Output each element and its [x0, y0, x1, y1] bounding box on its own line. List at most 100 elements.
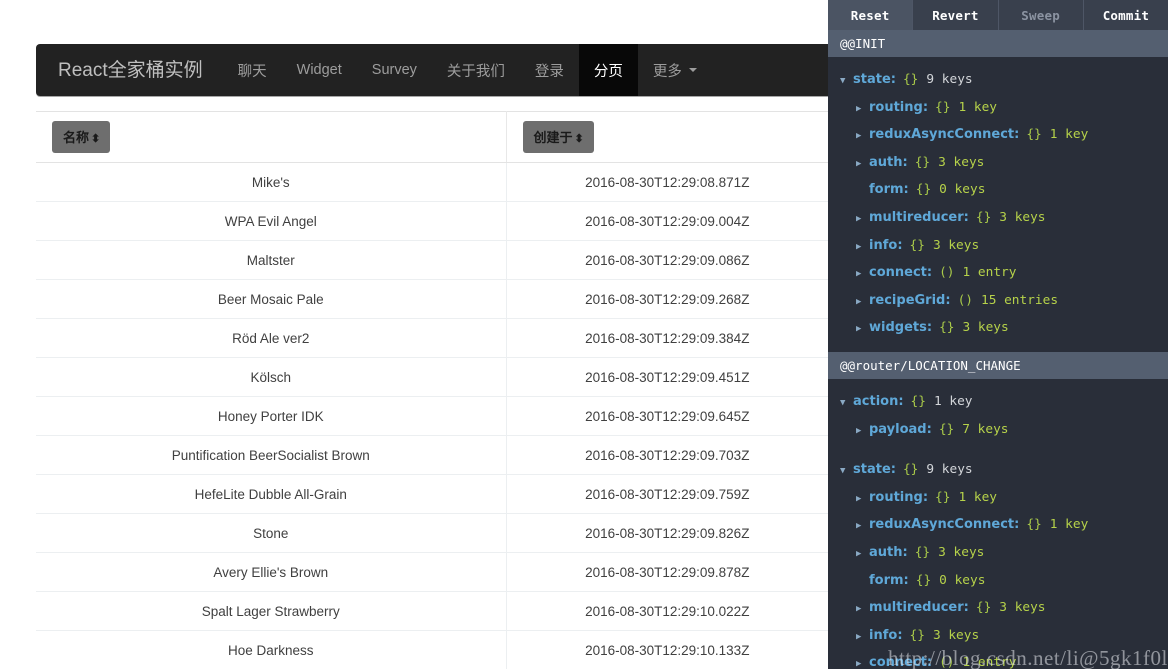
triangle-right-icon[interactable]: ▶ [856, 234, 869, 262]
tree-node[interactable]: form: {} 0 keys [828, 567, 1168, 595]
navbar-brand[interactable]: React全家桶实例 [36, 44, 223, 96]
tree-node-type: {} [914, 544, 931, 560]
tree-node[interactable]: ▼ action: {} 1 key [828, 388, 1168, 416]
tree-node-type: {} [935, 99, 951, 115]
tree-node-key: auth [869, 544, 903, 560]
devtools-tab-revert[interactable]: Revert [913, 0, 999, 30]
tree-node[interactable]: ▶ multireducer: {} 3 keys [828, 594, 1168, 622]
tree-node-count: 3 keys [938, 154, 985, 170]
tree-node-count: 3 keys [962, 320, 1009, 336]
devtools-tab-reset[interactable]: Reset [828, 0, 914, 30]
devtools-tab-commit[interactable]: Commit [1083, 0, 1168, 30]
tree-node-key: connect [869, 265, 927, 281]
triangle-right-icon[interactable]: ▶ [856, 418, 869, 446]
cell-created: 2016-08-30T12:29:09.878Z [506, 552, 828, 592]
nav-link-3[interactable]: 关于我们 [432, 44, 520, 96]
nav-link-6[interactable]: 更多 [638, 44, 712, 96]
tree-node[interactable]: ▶ reduxAsyncConnect: {} 1 key [828, 121, 1168, 149]
action-header[interactable]: @@INIT [828, 30, 1168, 57]
tree-node-count: 3 keys [932, 627, 980, 643]
tree-node-count: 9 keys [926, 462, 973, 478]
cell-created: 2016-08-30T12:29:10.133Z [506, 630, 828, 669]
tree-node[interactable]: ▶ info: {} 3 keys [828, 622, 1168, 650]
triangle-right-icon[interactable]: ▶ [856, 486, 869, 514]
tree-node-colon: : [902, 544, 908, 560]
tree-node[interactable]: ▶ auth: {} 3 keys [828, 149, 1168, 177]
action-header[interactable]: @@router/LOCATION_CHANGE [828, 351, 1168, 379]
tree-node[interactable]: ▶ info: {} 3 keys [828, 232, 1168, 260]
tree-node-type: {} [935, 489, 951, 505]
triangle-right-icon[interactable]: ▶ [856, 596, 869, 624]
tree-node-count: 15 entries [980, 292, 1059, 308]
table-row[interactable]: Maltster 2016-08-30T12:29:09.086Z [36, 240, 828, 280]
triangle-down-icon[interactable]: ▼ [840, 68, 853, 96]
triangle-right-icon[interactable]: ▶ [856, 96, 869, 124]
tree-node-count: 3 keys [999, 209, 1046, 225]
triangle-right-icon[interactable]: ▶ [856, 624, 869, 652]
cell-name: Maltster [36, 240, 507, 280]
tree-node-key: payload [869, 421, 927, 437]
tree-node-colon: : [926, 421, 932, 437]
tree-node-key: action [853, 393, 899, 409]
tree-node-type: {} [909, 627, 925, 643]
triangle-right-icon[interactable]: ▶ [856, 123, 869, 151]
tree-node[interactable]: ▼ state: {} 9 keys [828, 66, 1168, 94]
triangle-right-icon[interactable]: ▶ [856, 289, 869, 317]
tree-node-colon: : [897, 237, 903, 253]
tree-node[interactable]: ▶ routing: {} 1 key [828, 484, 1168, 512]
sort-button-created[interactable]: 创建于 ⬍ [522, 121, 594, 153]
triangle-right-icon[interactable]: ▶ [856, 261, 869, 289]
tree-node[interactable]: form: {} 0 keys [828, 176, 1168, 204]
tree-node[interactable]: ▶ recipeGrid: () 15 entries [828, 287, 1168, 315]
tree-node-colon: : [1014, 517, 1020, 533]
tree-node-colon: : [922, 99, 929, 115]
table-row[interactable]: Spalt Lager Strawberry 2016-08-30T12:29:1… [36, 591, 828, 631]
sort-arrows-icon: ⬍ [574, 133, 584, 145]
tree-node[interactable]: ▶ connect: () 1 entry [828, 259, 1168, 287]
tree-node[interactable]: ▶ routing: {} 1 key [828, 94, 1168, 122]
nav-link-1[interactable]: Widget [282, 44, 357, 96]
triangle-right-icon[interactable]: ▶ [856, 513, 869, 541]
table-row[interactable]: Beer Mosaic Pale 2016-08-30T12:29:09.268Z [36, 279, 828, 319]
nav-link-0[interactable]: 聊天 [223, 44, 282, 96]
tree-node[interactable]: ▶ auth: {} 3 keys [828, 539, 1168, 567]
triangle-right-icon[interactable]: ▶ [856, 316, 869, 344]
cell-name: HefeLite Dubble All-Grain [36, 474, 507, 514]
triangle-right-icon[interactable]: ▶ [856, 541, 869, 569]
tree-node-key: auth [869, 154, 903, 170]
nav-link-5[interactable]: 分页 [578, 44, 638, 96]
table-row[interactable]: Stone 2016-08-30T12:29:09.826Z [36, 513, 828, 553]
cell-name: Spalt Lager Strawberry [36, 591, 507, 631]
triangle-right-icon[interactable]: ▶ [856, 151, 869, 179]
cell-name: Stone [36, 513, 507, 553]
tree-node[interactable]: ▶ widgets: {} 3 keys [828, 314, 1168, 342]
cell-name: Honey Porter IDK [36, 396, 507, 436]
tree-node-key: connect [869, 655, 927, 669]
nav-link-4[interactable]: 登录 [520, 44, 579, 96]
tree-node[interactable]: ▶ payload: {} 7 keys [828, 416, 1168, 444]
devtools-action-list[interactable]: @@INIT ▼ state:{} 9 keys ▶ routing:{} 1 key ▶ re… [828, 30, 1168, 669]
triangle-right-icon[interactable]: ▶ [856, 651, 869, 669]
tree-node-key: form [869, 182, 904, 198]
table-row[interactable]: Kölsch 2016-08-30T12:29:09.451Z [36, 357, 828, 397]
table-row[interactable]: Puntification BeerSocialist Brown 2016-08… [36, 435, 828, 475]
table-row[interactable]: Mike's 2016-08-30T12:29:08.871Z [36, 162, 828, 202]
tree-node[interactable]: ▶ multireducer: {} 3 keys [828, 204, 1168, 232]
table-row[interactable]: WPA Evil Angel 2016-08-30T12:29:09.004Z [36, 201, 828, 241]
table-row[interactable]: Röd Ale ver2 2016-08-30T12:29:09.384Z [36, 318, 828, 358]
triangle-right-icon[interactable]: ▶ [856, 206, 869, 234]
sort-button-name[interactable]: 名称 ⬍ [52, 121, 111, 153]
tree-node[interactable]: ▶ connect: () 1 entry [828, 649, 1168, 669]
table-row[interactable]: Hoe Darkness 2016-08-30T12:29:10.133Z [36, 630, 828, 669]
nav-link-2[interactable]: Survey [357, 44, 432, 96]
tree-node-count: 3 keys [999, 600, 1046, 616]
table-row[interactable]: HefeLite Dubble All-Grain 2016-08-30T12:2… [36, 474, 828, 514]
table-row[interactable]: Avery Ellie's Brown 2016-08-30T12:29:09.8… [36, 552, 828, 592]
triangle-down-icon[interactable]: ▼ [840, 390, 853, 418]
table-row[interactable]: Honey Porter IDK 2016-08-30T12:29:09.645Z [36, 396, 828, 436]
tree-node-type: {} [938, 421, 955, 437]
triangle-down-icon[interactable]: ▼ [840, 458, 853, 486]
tree-node[interactable]: ▼ state: {} 9 keys [828, 456, 1168, 484]
tree-node[interactable]: ▶ reduxAsyncConnect: {} 1 key [828, 511, 1168, 539]
